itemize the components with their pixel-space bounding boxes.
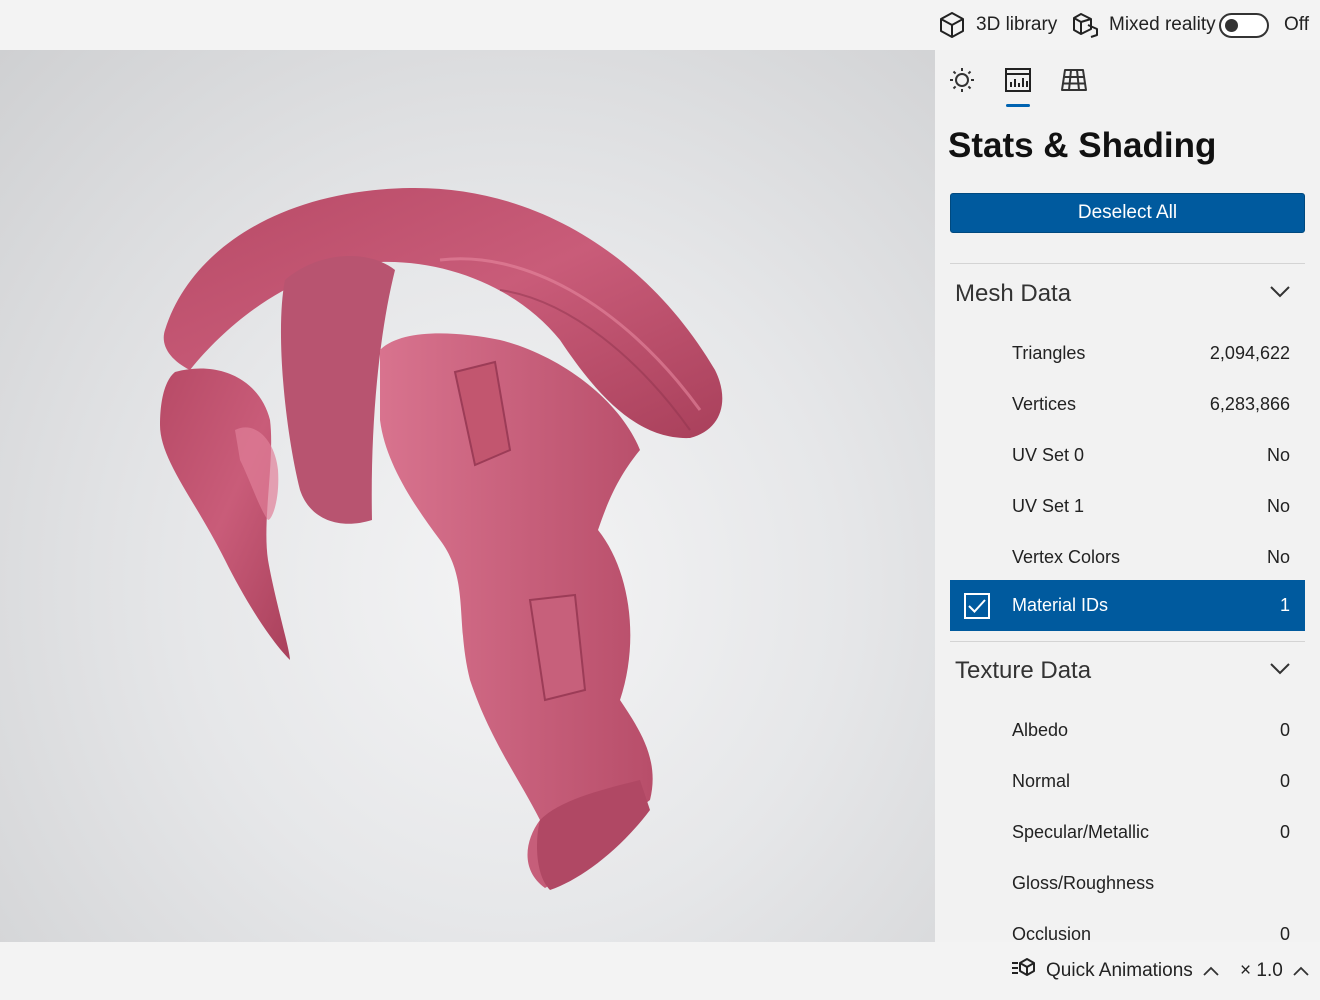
stat-name: Material IDs [1012,595,1109,615]
texture-data-label: Texture Data [955,657,1092,684]
stats-chart-icon [1004,67,1032,98]
mixed-reality-button[interactable]: Mixed reality [1071,0,1216,50]
stat-name: Albedo [1012,720,1069,740]
stat-value: 0 [1279,771,1290,791]
panel-title: Stats & Shading [948,126,1217,165]
cube-icon [938,11,966,39]
list-item[interactable]: Normal 0 [950,756,1305,807]
toggle-knob [1225,19,1238,32]
list-item[interactable]: Gloss/Roughness [950,858,1305,909]
chevron-down-icon [1270,285,1290,303]
3d-viewport[interactable] [0,50,935,942]
list-item[interactable]: Specular/Metallic 0 [950,807,1305,858]
stat-name: UV Set 1 [1012,496,1085,516]
mixed-reality-state: Off [1284,14,1309,35]
divider [950,263,1305,264]
active-tab-indicator [1006,104,1030,107]
chevron-down-icon [1270,662,1290,680]
sun-icon [949,67,975,98]
list-item[interactable]: Albedo 0 [950,705,1305,756]
helmet-model[interactable] [0,50,935,942]
stat-value: No [1266,496,1290,516]
bottom-bar: Quick Animations × 1.0 [0,942,1320,1000]
checkbox[interactable] [964,593,990,619]
mesh-data-header[interactable]: Mesh Data [950,265,1305,323]
quick-animations-label: Quick Animations [1046,960,1193,981]
stat-name: Vertex Colors [1012,547,1121,567]
stat-value: 0 [1279,822,1290,842]
list-item[interactable]: Vertices 6,283,866 [950,379,1305,430]
chevron-up-icon [1293,960,1309,982]
tab-grid[interactable] [1059,67,1089,97]
stat-value: No [1266,445,1290,465]
3d-library-button[interactable]: 3D library [938,0,1057,50]
animation-icon [1010,957,1036,985]
stat-name: Vertices [1012,394,1077,414]
stat-name: UV Set 0 [1012,445,1085,465]
stat-value: 0 [1279,720,1290,740]
stat-name: Specular/Metallic [1012,822,1150,842]
tab-stats[interactable] [1003,67,1033,97]
chevron-up-icon [1203,960,1219,982]
stat-value: 1 [1279,595,1290,615]
tab-lighting[interactable] [947,67,977,97]
stat-value: 0 [1279,924,1290,942]
top-bar: 3D library Mixed reality Off [0,0,1320,50]
stat-name: Normal [1012,771,1071,791]
list-item-selected[interactable]: Material IDs 1 [950,580,1305,631]
speed-label: × 1.0 [1240,960,1283,981]
mixed-reality-icon [1071,11,1099,39]
checkmark-icon [968,599,986,613]
list-item[interactable]: Vertex Colors No [950,532,1305,583]
stat-value: 6,283,866 [1209,394,1290,414]
stats-panel: Stats & Shading Deselect All Mesh Data T… [935,50,1320,942]
list-item[interactable]: Occlusion 0 [950,909,1305,942]
stat-value: No [1266,547,1290,567]
3d-library-label: 3D library [976,14,1058,35]
list-item[interactable]: UV Set 1 No [950,481,1305,532]
speed-button[interactable]: × 1.0 [1240,942,1309,1000]
list-item[interactable]: UV Set 0 No [950,430,1305,481]
stat-name: Gloss/Roughness [1012,873,1155,893]
quick-animations-button[interactable]: Quick Animations [1010,942,1219,1000]
texture-data-header[interactable]: Texture Data [950,642,1305,700]
mixed-reality-toggle[interactable] [1219,13,1269,38]
mesh-data-label: Mesh Data [955,280,1072,307]
deselect-all-button[interactable]: Deselect All [950,193,1305,233]
stat-name: Occlusion [1012,924,1092,942]
grid-icon [1060,67,1088,98]
stat-name: Triangles [1012,343,1086,363]
mixed-reality-label: Mixed reality [1109,14,1216,35]
stat-value: 2,094,622 [1209,343,1290,363]
list-item[interactable]: Triangles 2,094,622 [950,328,1305,379]
